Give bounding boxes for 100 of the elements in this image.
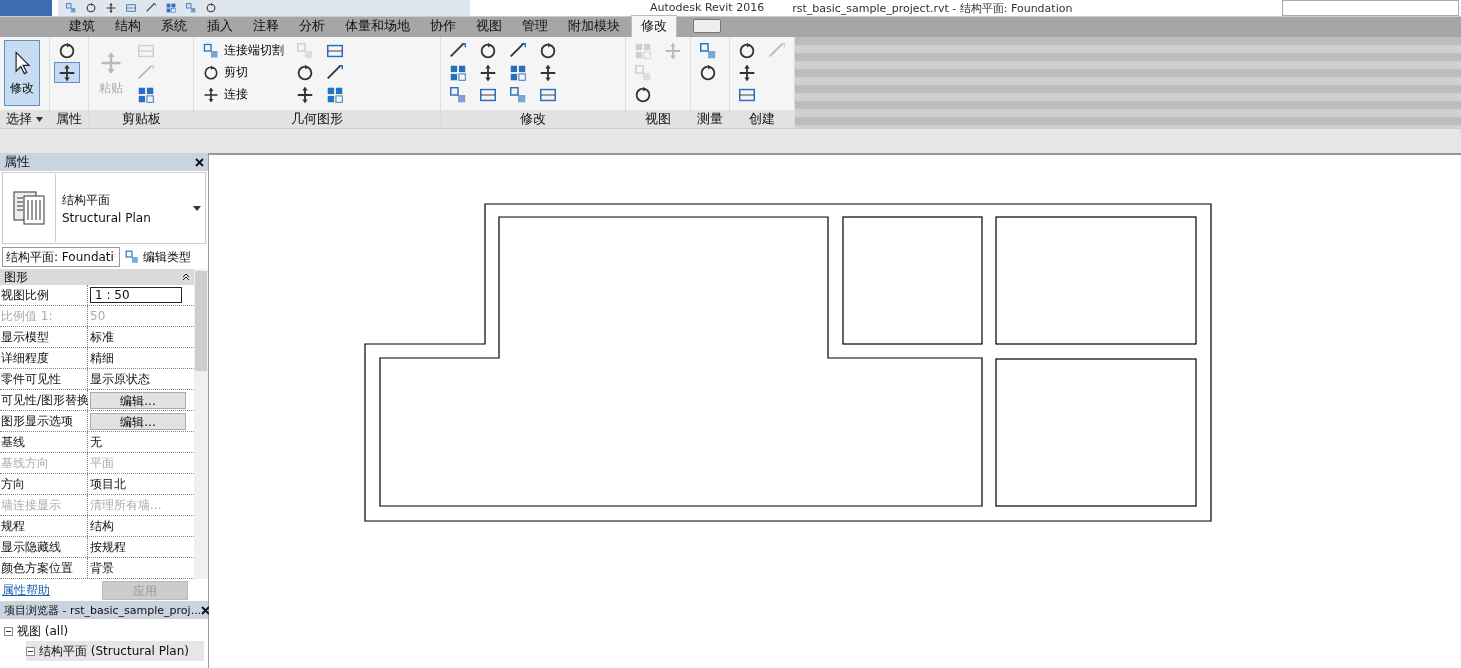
plan-sheet-icon (12, 190, 46, 226)
panel-label: 测量 (691, 110, 729, 128)
type-name: 结构平面 (62, 191, 111, 209)
ribbon-tool-icon (202, 85, 220, 104)
ribbon-tool-button[interactable]: 连接 (198, 84, 288, 105)
ribbon-tool-icon (508, 84, 528, 105)
toolbar-icon[interactable] (144, 2, 158, 14)
property-value: 项目北 (90, 475, 126, 493)
ribbon-tool-icon (295, 40, 315, 61)
property-label: 规程 (0, 516, 88, 536)
ribbon-tool-icon (538, 40, 558, 61)
property-label: 比例值 1: (0, 306, 88, 326)
property-label: 视图比例 (0, 285, 88, 305)
ribbon-tool-button[interactable]: 剪切 (198, 62, 288, 83)
dropdown-icon (193, 205, 201, 211)
property-label: 图形显示选项 (0, 411, 88, 431)
ribbon-tab[interactable]: 视图 (467, 16, 511, 37)
ribbon-tool-icon (202, 63, 220, 82)
toolbar-icon[interactable] (104, 2, 118, 14)
property-label: 可见性/图形替换 (0, 390, 88, 410)
panel-toggle-button[interactable] (693, 19, 721, 33)
property-value: 标准 (90, 328, 114, 346)
ribbon-tool-icon (478, 62, 498, 83)
toolbar-icon[interactable] (164, 2, 178, 14)
collapse-icon[interactable] (26, 646, 35, 656)
ribbon-tab[interactable]: 管理 (513, 16, 557, 37)
ribbon-tool-icon (295, 62, 315, 83)
ribbon-tool-icon (663, 40, 683, 61)
property-value: 背景 (90, 559, 114, 577)
type-selector[interactable]: 结构平面 Structural Plan (2, 172, 206, 244)
document-title: rst_basic_sample_project.rvt - 结构平面: Foundation (792, 0, 1073, 16)
ribbon-tool-icon (698, 40, 718, 61)
value-field[interactable]: 1 : 50 (90, 287, 182, 303)
panel-label: 修改 (441, 110, 625, 128)
property-value: 清理所有墙... (90, 496, 162, 514)
ribbon-tab[interactable]: 系统 (152, 16, 196, 37)
app-title: Autodesk Revit 2016 (650, 0, 765, 16)
panel-title: 项目浏览器 - rst_basic_sample_proj... (4, 602, 202, 618)
ribbon-tab[interactable]: 分析 (290, 16, 334, 37)
ribbon-tool-icon (478, 40, 498, 61)
tree-item[interactable]: 视图 (all) (4, 621, 204, 641)
ribbon-tool-icon (202, 41, 220, 60)
panel-label: 属性 (50, 110, 88, 128)
search-field[interactable] (1282, 0, 1459, 16)
toolbar-icon[interactable] (84, 2, 98, 14)
ribbon-tool-icon (737, 62, 757, 83)
instance-dropdown[interactable]: 结构平面: Foundati (2, 247, 120, 267)
ribbon-tool-button[interactable]: 修改 (4, 40, 40, 106)
ribbon-tool-icon (737, 40, 757, 61)
help-link[interactable]: 属性帮助 (2, 581, 50, 599)
collapse-icon[interactable] (182, 273, 190, 281)
property-label: 基线方向 (0, 453, 88, 473)
edit-button[interactable]: 编辑... (90, 391, 186, 409)
ribbon-tool-icon (448, 84, 468, 105)
panel-label[interactable]: 选择 (0, 110, 49, 128)
property-label: 详细程度 (0, 348, 88, 368)
panel-label: 剪贴板 (89, 110, 193, 128)
panel-label: 几何图形 (194, 110, 440, 128)
collapse-icon[interactable] (4, 626, 13, 636)
property-label: 颜色方案位置 (0, 558, 88, 578)
ribbon-tool-icon (538, 62, 558, 83)
scrollbar[interactable] (194, 269, 208, 579)
property-label: 显示模型 (0, 327, 88, 347)
group-header[interactable]: 图形 (0, 269, 194, 285)
ribbon-tab[interactable]: 协作 (421, 16, 465, 37)
tree-item[interactable]: 结构平面 (Structural Plan) (26, 641, 204, 661)
property-value: 无 (90, 433, 102, 451)
ribbon-tab[interactable]: 附加模块 (559, 16, 629, 37)
toolbar-icon[interactable] (204, 2, 218, 14)
ribbon-tab[interactable]: 插入 (198, 16, 242, 37)
ribbon-tab[interactable]: 体量和场地 (336, 16, 419, 37)
type-name-english: Structural Plan (62, 210, 152, 225)
property-label: 显示隐藏线 (0, 537, 88, 557)
ribbon-tab[interactable]: 结构 (106, 16, 150, 37)
property-value: 平面 (90, 454, 114, 472)
close-icon[interactable] (201, 605, 211, 615)
property-value: 显示原状态 (90, 370, 150, 388)
ribbon-tool-button[interactable] (54, 62, 80, 83)
ribbon-tab[interactable]: 修改 (631, 15, 677, 37)
edit-button[interactable]: 编辑... (90, 412, 186, 430)
ribbon-tool-icon (633, 84, 653, 105)
property-value: 50 (90, 309, 106, 323)
ribbon-tool-button[interactable]: 连接端切割 (198, 40, 288, 61)
property-label: 基线 (0, 432, 88, 452)
property-label: 方向 (0, 474, 88, 494)
caret-icon[interactable] (36, 116, 43, 122)
ribbon-tool-icon (57, 62, 77, 83)
ribbon-tab[interactable]: 建筑 (60, 16, 104, 37)
property-label: 墙连接显示 (0, 495, 88, 515)
property-value: 按规程 (90, 538, 126, 556)
edit-type-button[interactable]: 编辑类型 (124, 248, 191, 266)
property-value: 精细 (90, 349, 114, 367)
edit-type-icon (124, 249, 140, 265)
panel-title: 属性 (4, 153, 30, 171)
close-icon[interactable] (195, 157, 204, 167)
ribbon-tool-icon (295, 84, 315, 105)
group-title: 图形 (4, 268, 28, 286)
ribbon-tab[interactable]: 注释 (244, 16, 288, 37)
ribbon-tool-icon (698, 62, 718, 83)
property-value: 结构 (90, 517, 114, 535)
